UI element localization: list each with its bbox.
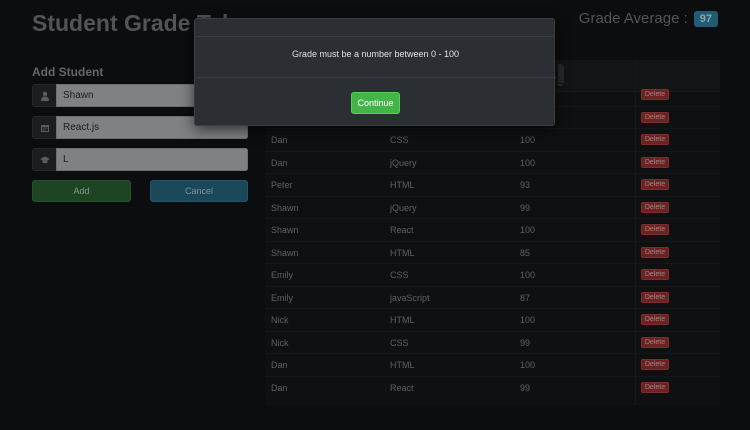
modal-message: Grade must be a number between 0 - 100 (291, 49, 460, 59)
continue-button[interactable]: Continue (351, 92, 400, 114)
modal-header (195, 19, 554, 37)
validation-modal: Grade must be a number between 0 - 100 C… (194, 18, 556, 126)
page: Student Grade Tab Grade Average : 97 Add… (0, 0, 750, 430)
modal-divider (195, 77, 556, 78)
